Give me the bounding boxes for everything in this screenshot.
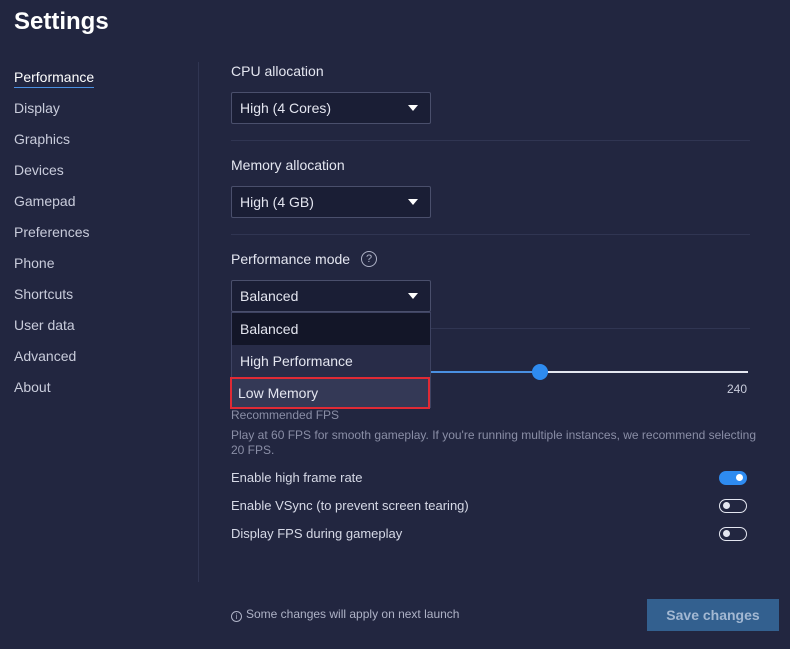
toggle-knob: [723, 530, 730, 537]
memory-allocation-label: Memory allocation: [231, 157, 345, 173]
sidebar-item-label: User data: [14, 317, 75, 333]
page-title: Settings: [14, 8, 109, 35]
info-icon: i: [231, 611, 242, 622]
sidebar-item-performance[interactable]: Performance: [14, 66, 184, 97]
sidebar-item-phone[interactable]: Phone: [14, 252, 184, 283]
performance-mode-value: Balanced: [240, 288, 299, 304]
dropdown-option-balanced[interactable]: Balanced: [232, 313, 430, 345]
footer-note: i Some changes will apply on next launch: [231, 607, 459, 622]
section-divider: [431, 328, 750, 329]
chevron-down-icon: [408, 199, 418, 205]
help-icon[interactable]: ?: [361, 251, 377, 267]
sidebar-nav: Performance Display Graphics Devices Gam…: [14, 66, 184, 407]
fps-slider-thumb[interactable]: [532, 364, 548, 380]
performance-mode-select[interactable]: Balanced: [231, 280, 431, 312]
sidebar-item-advanced[interactable]: Advanced: [14, 345, 184, 376]
sidebar-item-label: About: [14, 379, 51, 395]
performance-mode-label: Performance mode: [231, 251, 351, 267]
section-divider: [231, 140, 750, 141]
sidebar-item-label: Phone: [14, 255, 55, 271]
vsync-label: Enable VSync (to prevent screen tearing): [231, 498, 469, 513]
sidebar-item-preferences[interactable]: Preferences: [14, 221, 184, 252]
sidebar-item-label: Graphics: [14, 131, 71, 147]
sidebar-item-label: Devices: [14, 162, 64, 178]
high-frame-rate-toggle[interactable]: [719, 471, 747, 485]
sidebar-item-label: Preferences: [14, 224, 90, 240]
sidebar-item-display[interactable]: Display: [14, 97, 184, 128]
sidebar-item-label: Advanced: [14, 348, 77, 364]
fps-slider-track[interactable]: [540, 371, 748, 373]
sidebar-item-gamepad[interactable]: Gamepad: [14, 190, 184, 221]
section-divider: [231, 234, 750, 235]
fps-hint: Recommended FPS: [231, 408, 340, 422]
sidebar-divider: [198, 62, 199, 582]
sidebar-item-shortcuts[interactable]: Shortcuts: [14, 283, 184, 314]
sidebar-item-about[interactable]: About: [14, 376, 184, 407]
display-fps-toggle[interactable]: [719, 527, 747, 541]
cpu-allocation-value: High (4 Cores): [240, 100, 332, 116]
sidebar-item-user-data[interactable]: User data: [14, 314, 184, 345]
save-changes-button[interactable]: Save changes: [647, 599, 779, 631]
vsync-toggle[interactable]: [719, 499, 747, 513]
memory-allocation-value: High (4 GB): [240, 194, 314, 210]
cpu-allocation-select[interactable]: High (4 Cores): [231, 92, 431, 124]
fps-slider-filled-track[interactable]: [431, 371, 540, 373]
sidebar-item-label: Performance: [14, 67, 95, 88]
fps-description: Play at 60 FPS for smooth gameplay. If y…: [231, 428, 756, 457]
chevron-down-icon: [408, 105, 418, 111]
cpu-allocation-label: CPU allocation: [231, 63, 324, 79]
high-frame-rate-label: Enable high frame rate: [231, 470, 363, 485]
sidebar-item-graphics[interactable]: Graphics: [14, 128, 184, 159]
toggle-knob: [736, 474, 743, 481]
dropdown-option-low-memory[interactable]: Low Memory: [230, 377, 430, 409]
dropdown-option-high-performance[interactable]: High Performance: [232, 345, 430, 377]
sidebar-item-devices[interactable]: Devices: [14, 159, 184, 190]
toggle-knob: [723, 502, 730, 509]
chevron-down-icon: [408, 293, 418, 299]
sidebar-item-label: Display: [14, 100, 60, 116]
sidebar-item-label: Gamepad: [14, 193, 76, 209]
fps-slider-max-label: 240: [727, 382, 748, 396]
display-fps-label: Display FPS during gameplay: [231, 526, 403, 541]
performance-mode-dropdown: Balanced High Performance Low Memory: [230, 312, 431, 409]
footer-note-text: Some changes will apply on next launch: [246, 607, 460, 621]
memory-allocation-select[interactable]: High (4 GB): [231, 186, 431, 218]
sidebar-item-label: Shortcuts: [14, 286, 74, 302]
